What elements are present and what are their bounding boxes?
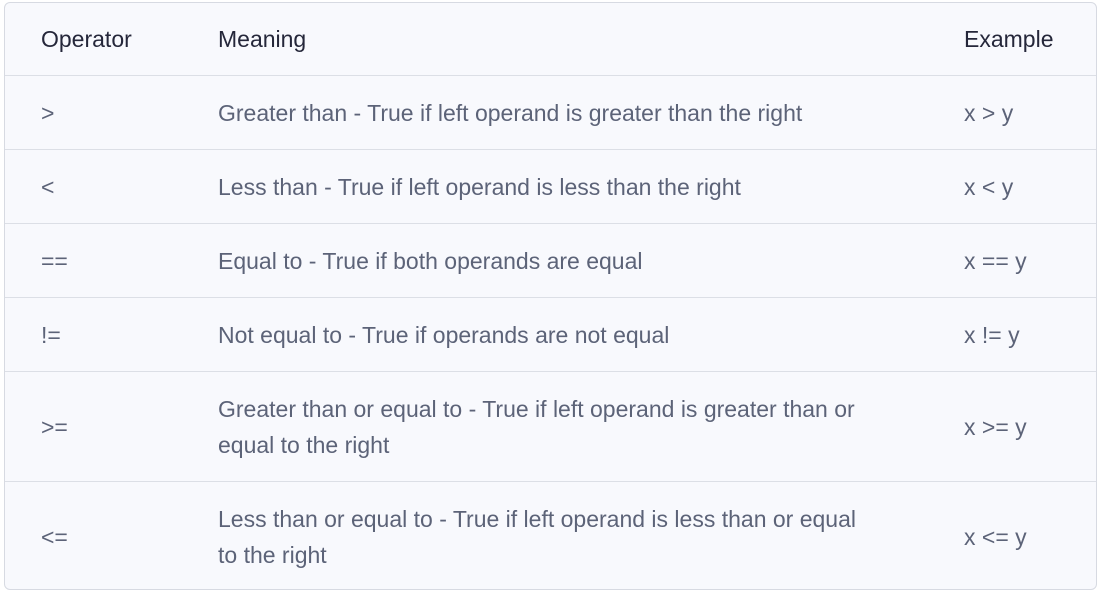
table-row: > Greater than - True if left operand is…: [5, 76, 1096, 150]
operators-table: Operator Meaning Example > Greater than …: [4, 2, 1097, 590]
example-cell: x == y: [964, 247, 1027, 274]
meaning-cell: Not equal to - True if operands are not …: [218, 321, 670, 348]
meaning-cell: Less than or equal to - True if left ope…: [218, 506, 856, 568]
meaning-cell: Less than - True if left operand is less…: [218, 173, 741, 200]
table-row: <= Less than or equal to - True if left …: [5, 482, 1096, 589]
operator-cell: <: [41, 173, 55, 200]
table-row: >= Greater than or equal to - True if le…: [5, 372, 1096, 482]
header-example: Example: [964, 26, 1054, 52]
table-row: == Equal to - True if both operands are …: [5, 224, 1096, 298]
example-cell: x >= y: [964, 413, 1027, 440]
table-row: < Less than - True if left operand is le…: [5, 150, 1096, 224]
header-meaning: Meaning: [218, 26, 307, 52]
meaning-cell: Equal to - True if both operands are equ…: [218, 247, 643, 274]
table-row: != Not equal to - True if operands are n…: [5, 298, 1096, 372]
operator-cell: !=: [41, 321, 61, 348]
example-cell: x <= y: [964, 524, 1027, 550]
operator-cell: >=: [41, 413, 68, 440]
table-header-row: Operator Meaning Example: [5, 3, 1096, 76]
example-cell: x > y: [964, 99, 1014, 126]
header-operator: Operator: [41, 26, 132, 52]
example-cell: x < y: [964, 173, 1014, 200]
operator-cell: ==: [41, 247, 68, 274]
meaning-cell: Greater than or equal to - True if left …: [218, 395, 855, 458]
operator-cell: >: [41, 99, 55, 126]
example-cell: x != y: [964, 321, 1020, 348]
meaning-cell: Greater than - True if left operand is g…: [218, 99, 803, 126]
operator-cell: <=: [41, 524, 68, 550]
